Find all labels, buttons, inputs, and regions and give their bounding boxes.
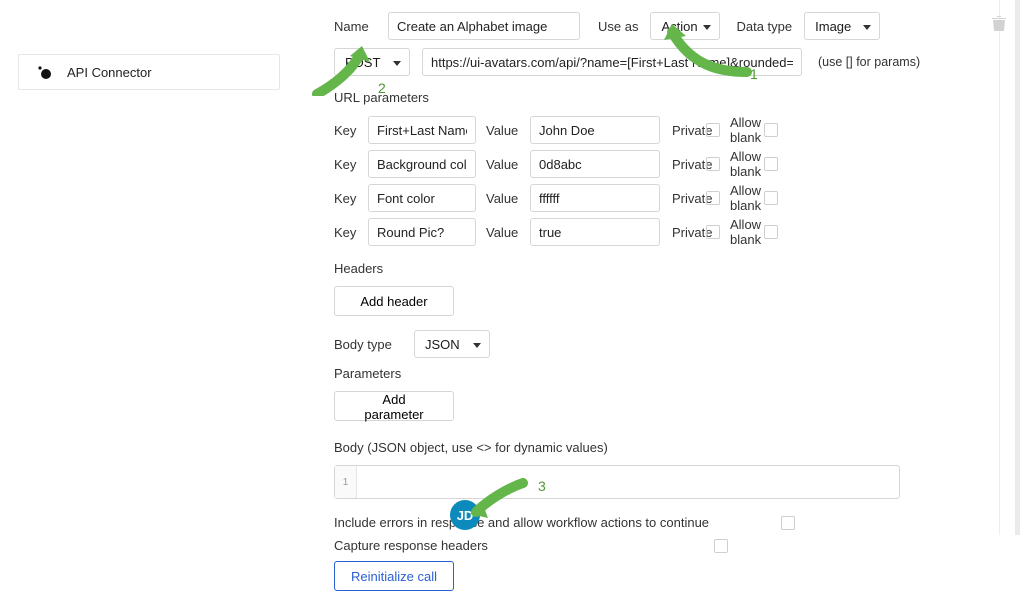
private-checkbox[interactable] [706,157,720,171]
use-as-select[interactable]: Action [650,12,720,40]
param-key-input[interactable] [368,218,476,246]
reinitialize-button[interactable]: Reinitialize call [334,561,454,591]
http-method-select[interactable]: POST [334,48,410,76]
include-errors-checkbox[interactable] [781,516,795,530]
private-label: Private [672,157,696,172]
param-value-input[interactable] [530,116,660,144]
sidebar: API Connector [0,0,282,535]
body-editor[interactable]: 1 [334,465,900,499]
param-value-input[interactable] [530,150,660,178]
key-label: Key [334,157,358,172]
allow-blank-label: Allow blank [730,115,754,145]
private-checkbox[interactable] [706,123,720,137]
call-name-input[interactable] [388,12,580,40]
capture-headers-label: Capture response headers [334,538,488,553]
param-row: Key Value Private Allow blank [334,149,1000,179]
bubble-logo-icon [33,61,55,83]
include-errors-label: Include errors in response and allow wor… [334,515,709,530]
value-label: Value [486,191,520,206]
param-key-input[interactable] [368,116,476,144]
body-type-select[interactable]: JSON [414,330,490,358]
body-textarea[interactable] [357,466,899,498]
param-key-input[interactable] [368,150,476,178]
param-value-input[interactable] [530,184,660,212]
key-label: Key [334,123,358,138]
param-row: Key Value Private Allow blank [334,217,1000,247]
url-params-title: URL parameters [334,90,1000,105]
headers-title: Headers [334,261,1000,276]
value-label: Value [486,225,520,240]
add-header-button[interactable]: Add header [334,286,454,316]
allow-blank-checkbox[interactable] [764,225,778,239]
allow-blank-label: Allow blank [730,149,754,179]
trash-icon[interactable] [992,16,1006,35]
use-as-label: Use as [598,19,638,34]
data-type-label: Data type [736,19,792,34]
allow-blank-label: Allow blank [730,217,754,247]
plugin-name: API Connector [67,65,152,80]
private-label: Private [672,225,696,240]
avatar-initials: JD [457,508,474,523]
allow-blank-checkbox[interactable] [764,191,778,205]
body-type-label: Body type [334,337,402,352]
body-label: Body (JSON object, use <> for dynamic va… [334,440,1000,455]
scrollbar[interactable] [1015,0,1020,535]
parameters-title: Parameters [334,366,1000,381]
allow-blank-checkbox[interactable] [764,123,778,137]
param-value-input[interactable] [530,218,660,246]
param-row: Key Value Private Allow blank [334,115,1000,145]
allow-blank-label: Allow blank [730,183,754,213]
private-checkbox[interactable] [706,225,720,239]
value-label: Value [486,157,520,172]
add-parameter-button[interactable]: Add parameter [334,391,454,421]
param-row: Key Value Private Allow blank [334,183,1000,213]
main-panel: Name Use as Action Data type Image POST … [282,0,1024,535]
url-input[interactable] [422,48,802,76]
plugin-card[interactable]: API Connector [18,54,280,90]
param-key-input[interactable] [368,184,476,212]
key-label: Key [334,191,358,206]
divider [999,0,1000,535]
capture-headers-checkbox[interactable] [714,539,728,553]
private-checkbox[interactable] [706,191,720,205]
name-label: Name [334,19,376,34]
private-label: Private [672,191,696,206]
key-label: Key [334,225,358,240]
value-label: Value [486,123,520,138]
url-hint: (use [] for params) [818,55,920,69]
private-label: Private [672,123,696,138]
line-gutter: 1 [335,466,357,498]
avatar: JD [450,500,480,530]
data-type-select[interactable]: Image [804,12,880,40]
allow-blank-checkbox[interactable] [764,157,778,171]
